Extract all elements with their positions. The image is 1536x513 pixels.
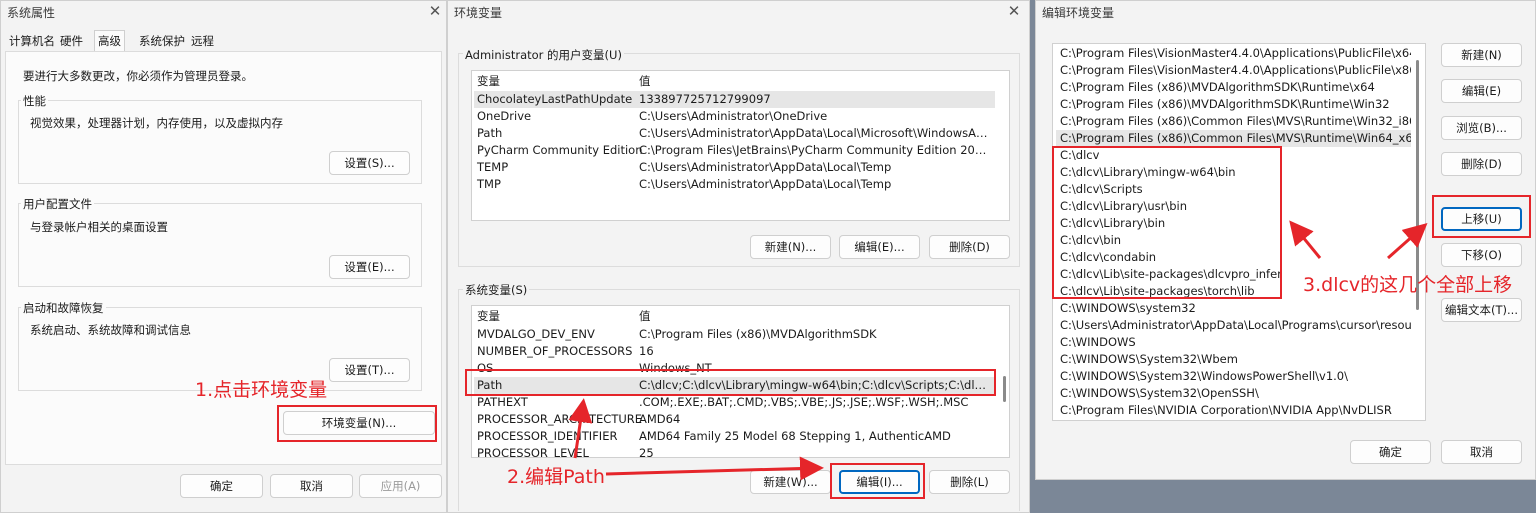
arrow-to-path-row: [568, 398, 593, 459]
annotation-arrows: [568, 220, 1428, 481]
arrow-to-dlcv-paths: [1289, 220, 1322, 259]
arrow-to-edit-button: [605, 456, 824, 481]
arrow-to-move-up: [1387, 223, 1428, 260]
